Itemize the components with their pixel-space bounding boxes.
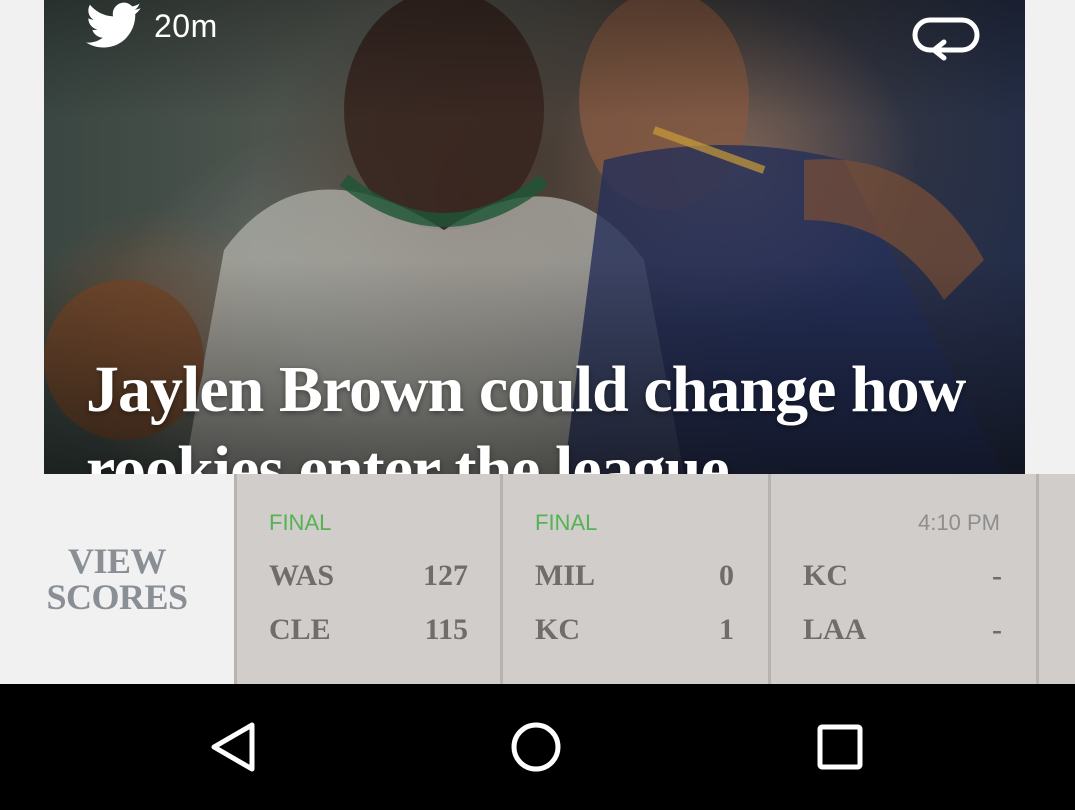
score-card-game-2[interactable]: FINAL MIL 0 KC 1	[500, 474, 766, 684]
team-score: 1	[719, 613, 734, 646]
team-score: -	[992, 559, 1002, 592]
score-row: KC -	[803, 556, 1002, 596]
scores-strip: VIEW SCORES FINAL WAS 127 CLE 115 FINAL …	[0, 474, 1075, 684]
system-nav-bar	[0, 684, 1075, 810]
story-card[interactable]: 20m Jaylen Brown could change how rookie…	[44, 0, 1025, 474]
score-row: CLE 115	[269, 610, 468, 650]
team-abbr: KC	[535, 613, 580, 646]
team-abbr: KC	[803, 559, 848, 592]
team-score: 127	[423, 559, 468, 592]
home-circle-icon[interactable]	[506, 717, 566, 777]
score-row: MIL 0	[535, 556, 734, 596]
recents-square-icon[interactable]	[810, 717, 870, 777]
team-abbr: WAS	[269, 559, 335, 592]
share-arrow-icon[interactable]	[910, 12, 984, 62]
score-row: WAS 127	[269, 556, 468, 596]
game-status: FINAL	[535, 510, 598, 535]
twitter-bird-icon	[86, 2, 142, 50]
team-abbr: CLE	[269, 613, 331, 646]
back-triangle-icon[interactable]	[204, 717, 264, 777]
team-score: -	[992, 613, 1002, 646]
time-ago: 20m	[154, 8, 218, 44]
score-card-game-4[interactable]	[1036, 474, 1075, 684]
score-row: KC 1	[535, 610, 734, 650]
story-headline[interactable]: Jaylen Brown could change how rookies en…	[86, 350, 1006, 474]
game-status: 4:10 PM	[918, 510, 1000, 535]
view-scores-label-line2: SCORES	[46, 577, 188, 617]
game-status: FINAL	[269, 510, 332, 535]
score-card-game-1[interactable]: FINAL WAS 127 CLE 115	[234, 474, 500, 684]
view-scores-label-line1: VIEW	[67, 541, 167, 581]
score-card-game-3[interactable]: 4:10 PM KC - LAA -	[768, 474, 1034, 684]
team-abbr: MIL	[535, 559, 595, 592]
team-score: 115	[424, 613, 468, 646]
story-meta: 20m	[86, 2, 218, 50]
team-abbr: LAA	[803, 613, 867, 646]
score-row: LAA -	[803, 610, 1002, 650]
view-scores-button[interactable]: VIEW SCORES	[0, 474, 234, 684]
team-score: 0	[719, 559, 734, 592]
